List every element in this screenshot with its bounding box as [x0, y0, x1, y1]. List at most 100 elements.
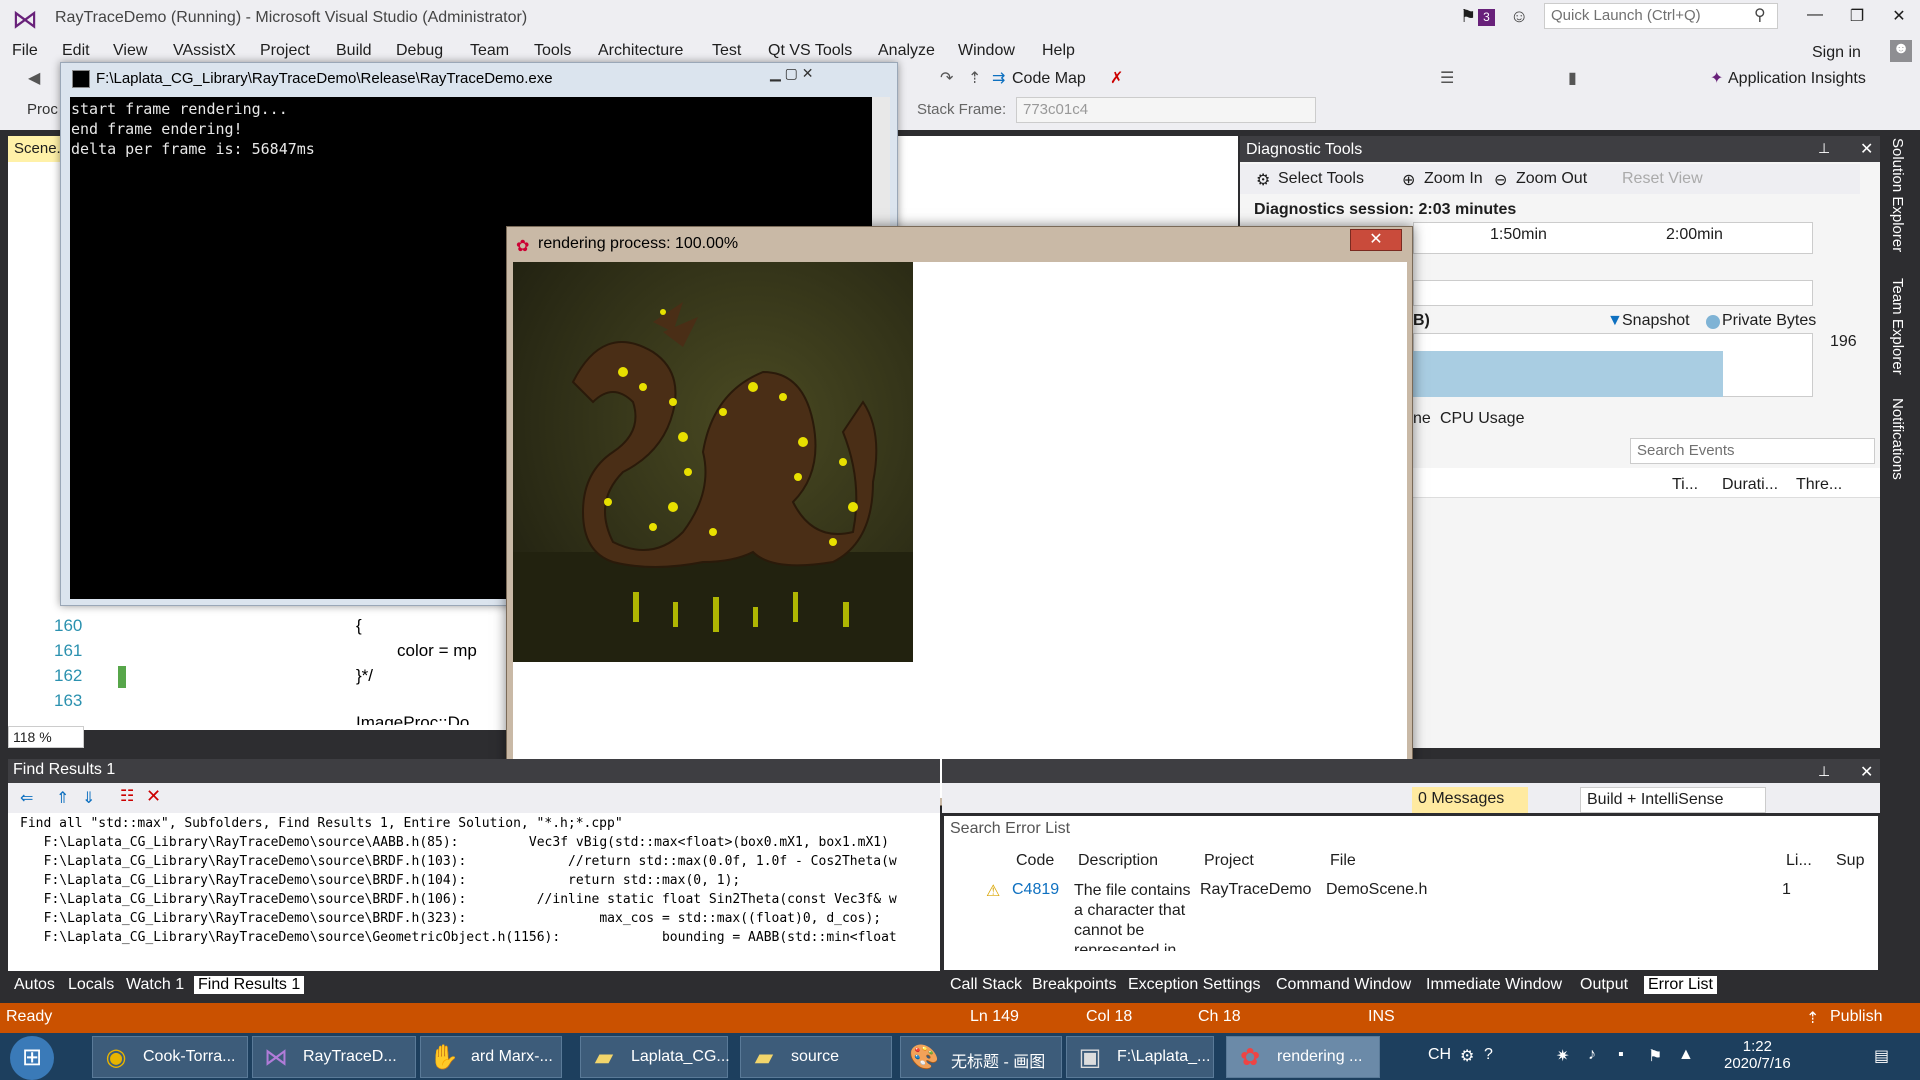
side-tab-notifications[interactable]: Notifications [1889, 398, 1906, 480]
taskbar-item-console[interactable]: ▣ F:\Laplata_... [1066, 1036, 1214, 1078]
error-code-link[interactable]: C4819 [1012, 881, 1059, 899]
bookmark-icon[interactable]: ▮ [1568, 68, 1577, 88]
code-map-icon[interactable]: ⇉ [992, 68, 1005, 88]
column-header-thread[interactable]: Thre... [1796, 476, 1842, 494]
taskbar-item-reader[interactable]: ✋ ard Marx-... [420, 1036, 562, 1078]
column-header-suppression[interactable]: Sup [1836, 852, 1864, 870]
panel-close-icon[interactable]: ✕ [1860, 139, 1873, 159]
column-header-file[interactable]: File [1330, 852, 1356, 870]
render-close-button[interactable]: ✕ [1350, 229, 1402, 251]
menu-debug[interactable]: Debug [396, 42, 443, 60]
application-insights-button[interactable]: Application Insights [1728, 70, 1866, 88]
tab-find-results-1[interactable]: Find Results 1 [194, 976, 305, 994]
stop-find-icon[interactable]: ✕ [146, 786, 161, 807]
ime-icon[interactable]: ⚙ [1460, 1046, 1474, 1066]
menu-project[interactable]: Project [260, 42, 310, 60]
step-out-icon[interactable]: ⇡ [968, 68, 981, 88]
zoom-level-dropdown[interactable]: 118 % [8, 726, 84, 748]
menu-file[interactable]: File [12, 42, 38, 60]
taskbar-item-paint[interactable]: 🎨 无标题 - 画图 [900, 1036, 1062, 1078]
tab-output[interactable]: Output [1580, 976, 1628, 994]
menu-tools[interactable]: Tools [534, 42, 571, 60]
stack-frame-dropdown[interactable]: 773c01c4 [1016, 97, 1316, 123]
clear-all-icon[interactable]: ☷ [120, 786, 134, 806]
search-error-list-input[interactable]: Search Error List [944, 816, 1878, 842]
redo-icon[interactable]: ↷ [940, 68, 953, 88]
code-map-button[interactable]: Code Map [1012, 70, 1086, 88]
zoom-in-button[interactable]: Zoom In [1424, 170, 1483, 188]
menu-analyze[interactable]: Analyze [878, 42, 935, 60]
column-header-line[interactable]: Li... [1786, 852, 1812, 870]
find-result-line[interactable]: F:\Laplata_CG_Library\RayTraceDemo\sourc… [28, 930, 897, 945]
tab-autos[interactable]: Autos [14, 976, 55, 994]
select-tools-icon[interactable]: ⚙ [1256, 170, 1270, 190]
editor-tab-scene[interactable]: Scene. [8, 136, 62, 162]
menu-help[interactable]: Help [1042, 42, 1075, 60]
find-result-line[interactable]: F:\Laplata_CG_Library\RayTraceDemo\sourc… [28, 854, 897, 869]
notification-flag-icon[interactable]: ⚑ [1460, 6, 1476, 27]
feedback-icon[interactable]: ☺ [1510, 6, 1528, 27]
column-header-code[interactable]: Code [1016, 852, 1054, 870]
menu-team[interactable]: Team [470, 42, 509, 60]
network-icon[interactable]: ▲ [1678, 1046, 1694, 1064]
menu-vassistx[interactable]: VAssistX [173, 42, 236, 60]
find-result-line[interactable]: F:\Laplata_CG_Library\RayTraceDemo\sourc… [28, 835, 889, 850]
notification-count-badge[interactable]: 3 [1478, 9, 1495, 26]
tab-error-list[interactable]: Error List [1644, 976, 1717, 994]
menu-edit[interactable]: Edit [62, 42, 90, 60]
taskbar-item-visual-studio[interactable]: ⋈ RayTraceD... [252, 1036, 416, 1078]
taskbar-item-folder-source[interactable]: ▰ source [740, 1036, 892, 1078]
tab-exception-settings[interactable]: Exception Settings [1128, 976, 1261, 994]
column-header-description[interactable]: Description [1078, 852, 1158, 870]
taskbar-item-folder-laplata[interactable]: ▰ Laplata_CG... [580, 1036, 730, 1078]
cpu-usage-tab[interactable]: CPU Usage [1440, 410, 1524, 428]
find-result-line[interactable]: F:\Laplata_CG_Library\RayTraceDemo\sourc… [28, 911, 881, 926]
column-header-project[interactable]: Project [1204, 852, 1254, 870]
taskbar-item-rendering[interactable]: ✿ rendering ... [1226, 1036, 1380, 1078]
console-window-controls[interactable]: ▁ ▢ ✕ [770, 65, 894, 85]
zoom-out-icon[interactable]: ⊖ [1494, 170, 1507, 190]
close-button[interactable]: ✕ [1884, 6, 1914, 26]
breakpoints-icon[interactable]: ✗ [1110, 68, 1123, 88]
system-clock[interactable]: 1:22 2020/7/16 [1724, 1038, 1791, 1072]
tray-app-icon[interactable]: ✷ [1556, 1046, 1569, 1066]
tab-breakpoints[interactable]: Breakpoints [1032, 976, 1117, 994]
taskbar-item-chrome[interactable]: ◉ Cook-Torra... [92, 1036, 248, 1078]
tray-flag-icon[interactable]: ⚑ [1648, 1046, 1662, 1066]
pin-icon[interactable]: ⊥ [1818, 140, 1830, 157]
volume-icon[interactable]: ♪ [1588, 1046, 1596, 1064]
pin-icon[interactable]: ⊥ [1818, 763, 1830, 780]
language-indicator[interactable]: CH [1428, 1046, 1451, 1064]
search-icon[interactable]: ⚲ [1754, 5, 1766, 25]
tab-command-window[interactable]: Command Window [1276, 976, 1411, 994]
app-insights-icon[interactable]: ✦ [1710, 68, 1723, 88]
find-result-line[interactable]: F:\Laplata_CG_Library\RayTraceDemo\sourc… [28, 873, 741, 888]
user-avatar-icon[interactable]: ☻ [1890, 40, 1912, 62]
sign-in-link[interactable]: Sign in [1812, 44, 1861, 62]
publish-button[interactable]: Publish [1830, 1008, 1882, 1026]
navigate-back-icon[interactable]: ◀ [28, 68, 40, 88]
maximize-button[interactable]: ❐ [1842, 6, 1872, 26]
select-tools-button[interactable]: Select Tools [1278, 170, 1364, 188]
tray-nvidia-icon[interactable]: ▪ [1618, 1046, 1624, 1064]
zoom-in-icon[interactable]: ⊕ [1402, 170, 1415, 190]
side-tab-solution-explorer[interactable]: Solution Explorer [1889, 138, 1906, 252]
menu-build[interactable]: Build [336, 42, 372, 60]
side-tab-team-explorer[interactable]: Team Explorer [1889, 278, 1906, 375]
column-header-duration[interactable]: Durati... [1722, 476, 1778, 494]
previous-result-icon[interactable]: ⇑ [56, 788, 69, 808]
go-to-location-icon[interactable]: ⇐ [20, 788, 33, 808]
tab-watch-1[interactable]: Watch 1 [126, 976, 184, 994]
panel-close-icon[interactable]: ✕ [1860, 762, 1873, 782]
publish-icon[interactable]: ⇡ [1806, 1008, 1819, 1028]
tab-call-stack[interactable]: Call Stack [950, 976, 1022, 994]
menu-test[interactable]: Test [712, 42, 741, 60]
reset-view-button[interactable]: Reset View [1622, 170, 1703, 188]
start-button[interactable]: ⊞ [10, 1036, 54, 1080]
help-icon[interactable]: ? [1484, 1046, 1493, 1064]
column-header-time[interactable]: Ti... [1672, 476, 1698, 494]
build-filter-dropdown[interactable]: Build + IntelliSense [1580, 787, 1766, 813]
menu-view[interactable]: View [113, 42, 147, 60]
find-result-line[interactable]: F:\Laplata_CG_Library\RayTraceDemo\sourc… [28, 892, 897, 907]
zoom-out-button[interactable]: Zoom Out [1516, 170, 1587, 188]
